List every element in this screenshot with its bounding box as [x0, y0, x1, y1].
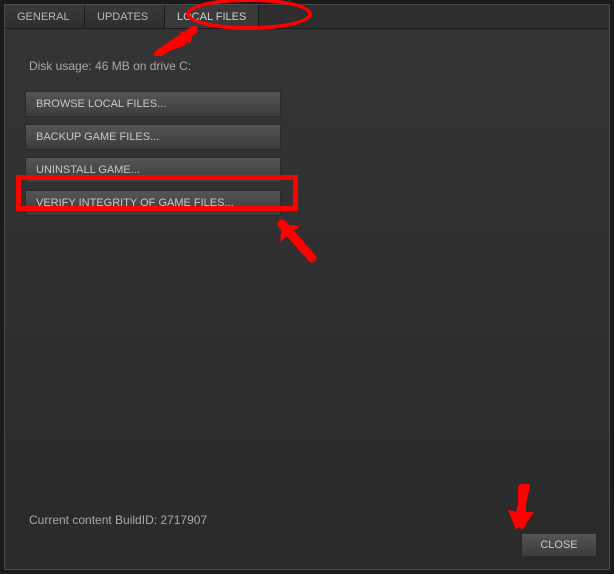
disk-usage-value: 46 MB on drive C:: [95, 59, 191, 73]
disk-usage-label: Disk usage: [29, 59, 88, 73]
uninstall-game-button[interactable]: UNINSTALL GAME...: [25, 157, 281, 183]
action-list: BROWSE LOCAL FILES... BACKUP GAME FILES.…: [25, 91, 281, 216]
properties-dialog: GENERAL UPDATES LOCAL FILES Disk usage: …: [4, 4, 610, 570]
tab-content: Disk usage: 46 MB on drive C: BROWSE LOC…: [5, 29, 609, 569]
tab-general[interactable]: GENERAL: [5, 5, 85, 28]
build-id-text: Current content BuildID: 2717907: [29, 513, 207, 527]
build-id-label: Current content BuildID: [29, 513, 154, 527]
disk-usage-text: Disk usage: 46 MB on drive C:: [29, 59, 589, 73]
tab-bar: GENERAL UPDATES LOCAL FILES: [5, 5, 609, 29]
build-id-value: 2717907: [160, 513, 207, 527]
verify-integrity-button[interactable]: VERIFY INTEGRITY OF GAME FILES...: [25, 190, 281, 216]
backup-game-files-button[interactable]: BACKUP GAME FILES...: [25, 124, 281, 150]
browse-local-files-button[interactable]: BROWSE LOCAL FILES...: [25, 91, 281, 117]
tab-local-files[interactable]: LOCAL FILES: [165, 5, 259, 28]
tab-updates[interactable]: UPDATES: [85, 5, 165, 28]
close-button[interactable]: CLOSE: [521, 533, 597, 557]
